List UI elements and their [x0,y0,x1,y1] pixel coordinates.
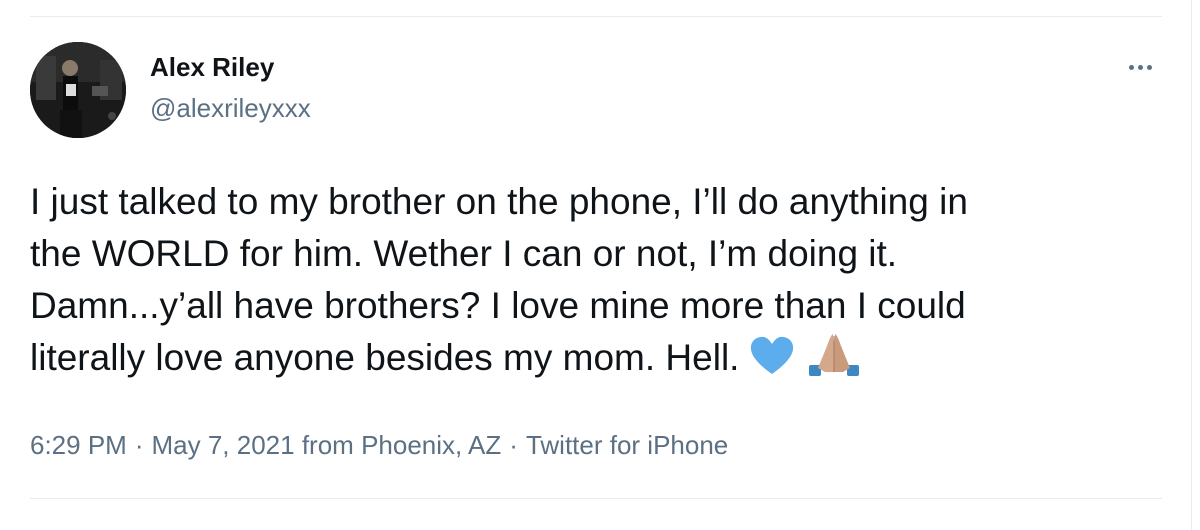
tweet-date-link[interactable]: May 7, 2021 [152,430,295,460]
avatar[interactable] [30,42,126,138]
author-handle[interactable]: @alexrileyxxx [150,93,311,124]
blue-heart-icon [749,336,795,390]
author-display-name[interactable]: Alex Riley [150,52,274,83]
tweet-text-line: the WORLD for him. Wether I can or not, … [30,233,898,274]
more-dot [1146,64,1152,70]
folded-hands-icon [805,332,863,390]
more-dot [1128,64,1134,70]
bottom-divider [30,498,1162,499]
tweet-location-link[interactable]: Phoenix, AZ [361,430,501,460]
tweet-text-line: I just talked to my brother on the phone… [30,181,968,222]
meta-separator: · [134,430,144,460]
location-prefix: from [301,430,354,460]
more-dot [1137,64,1143,70]
tweet-metadata: 6:29 PM · May 7, 2021 from Phoenix, AZ · Twi… [30,430,728,461]
meta-separator: · [509,430,518,460]
tweet-source-link[interactable]: Twitter for iPhone [526,430,728,460]
tweet-text-line-content: literally love anyone besides my mom. He… [30,337,740,378]
tweet-time-link[interactable]: 6:29 PM [30,430,127,460]
tweet-text: I just talked to my brother on the phone… [30,176,1180,390]
tweet-text-line: literally love anyone besides my mom. He… [30,332,1180,390]
right-divider [1191,0,1192,530]
tweet-text-line: Damn...y’all have brothers? I love mine … [30,285,966,326]
more-options-icon[interactable] [1124,56,1156,78]
top-divider [30,16,1162,17]
